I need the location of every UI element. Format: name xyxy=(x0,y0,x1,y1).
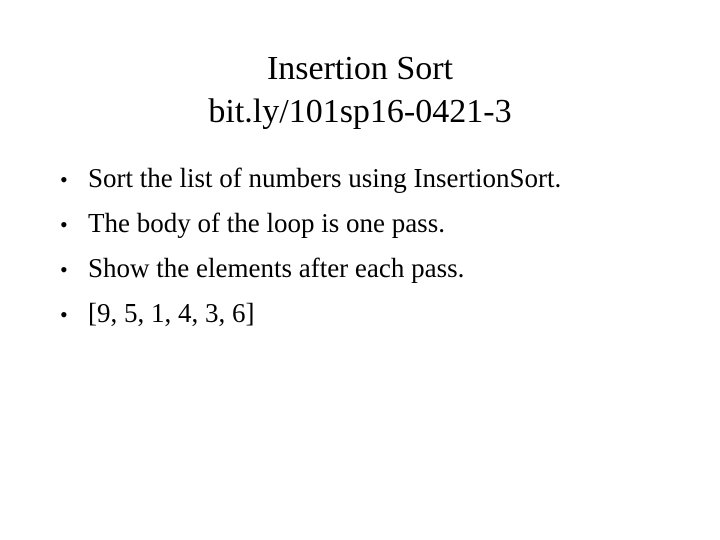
list-item: • [9, 5, 1, 4, 3, 6] xyxy=(56,297,696,342)
title-line-1: Insertion Sort xyxy=(266,50,454,87)
list-item-label: Show the elements after each pass. xyxy=(88,253,465,283)
bullet-point-icon: • xyxy=(60,257,68,282)
list-item-label: The body of the loop is one pass. xyxy=(88,208,445,238)
list-item: • The body of the loop is one pass. xyxy=(56,207,696,252)
bullet-point-icon: • xyxy=(60,167,68,192)
bullet-point-icon: • xyxy=(60,212,68,237)
list-item: • Show the elements after each pass. xyxy=(56,252,696,297)
list-item: • Sort the list of numbers using Inserti… xyxy=(56,162,696,207)
bullet-list: • Sort the list of numbers using Inserti… xyxy=(56,162,696,342)
list-item-label: Sort the list of numbers using Insertion… xyxy=(88,163,562,193)
slide-title: Insertion Sort bit.ly/101sp16-0421-3 xyxy=(0,47,720,133)
bullet-point-icon: • xyxy=(60,302,68,327)
title-line-2: bit.ly/101sp16-0421-3 xyxy=(208,93,512,130)
list-item-label: [9, 5, 1, 4, 3, 6] xyxy=(88,298,255,328)
slide: Insertion Sort bit.ly/101sp16-0421-3 • S… xyxy=(0,0,720,540)
